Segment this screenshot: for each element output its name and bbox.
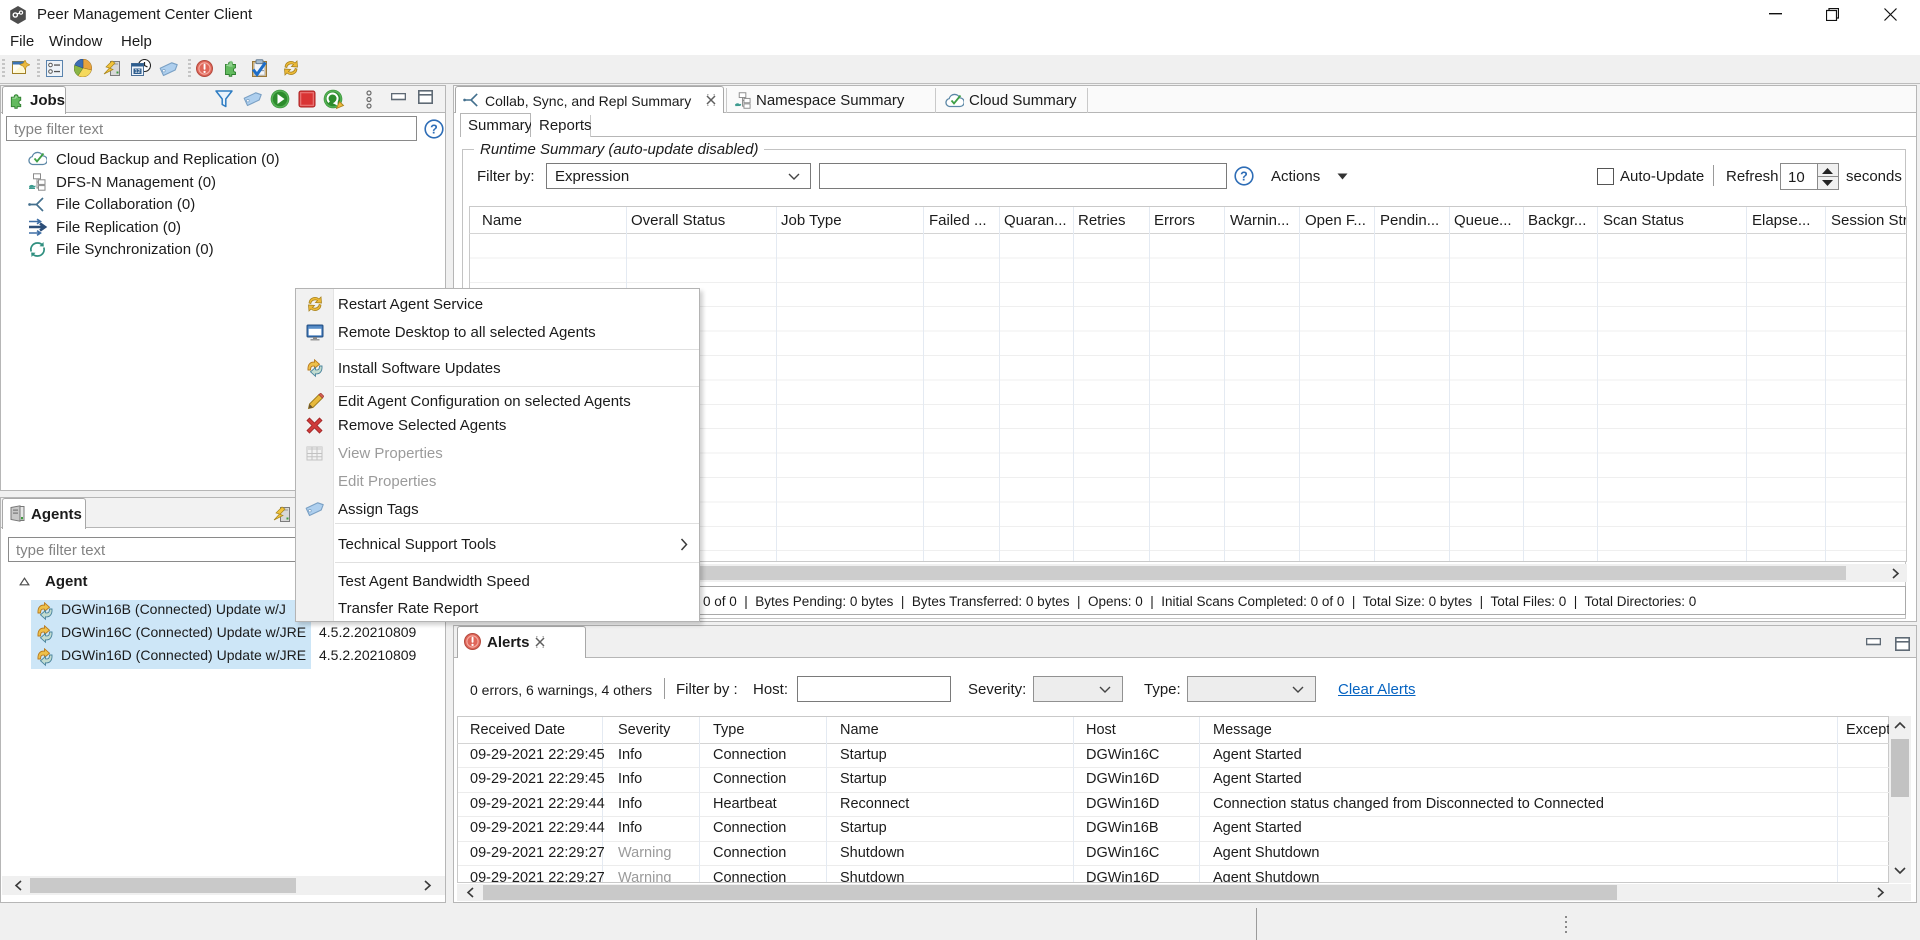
svg-text:?: ?: [1240, 170, 1248, 184]
svg-text:?: ?: [430, 123, 438, 137]
svg-text:12: 12: [134, 69, 140, 75]
